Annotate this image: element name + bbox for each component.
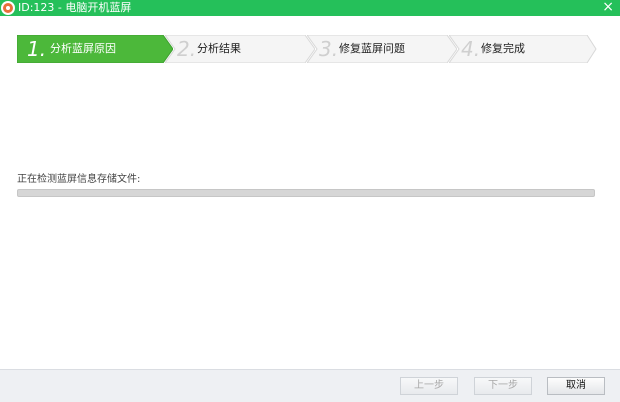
title-bar: ID:123 - 电脑开机蓝屏 ×	[0, 0, 620, 16]
step-2-label: 分析结果	[197, 42, 241, 55]
step-4-label: 修复完成	[481, 42, 525, 55]
step-2-number: 2.	[177, 37, 197, 61]
close-icon[interactable]: ×	[602, 0, 614, 15]
step-3-label: 修复蓝屏问题	[339, 42, 405, 55]
step-1-label: 分析蓝屏原因	[50, 42, 116, 55]
app-logo-icon	[1, 1, 15, 15]
next-step-button[interactable]: 下一步	[474, 377, 532, 395]
step-1-number: 1.	[27, 37, 47, 61]
step-3-number: 3.	[319, 37, 339, 61]
step-indicator: 1. 分析蓝屏原因 2. 分析结果 3. 修复蓝屏问题 4. 修复完成	[17, 35, 597, 63]
status-text: 正在检测蓝屏信息存储文件:	[17, 174, 141, 185]
cancel-button[interactable]: 取消	[547, 377, 605, 395]
footer-bar: 上一步 下一步 取消	[0, 369, 620, 402]
window-title: ID:123 - 电脑开机蓝屏	[18, 1, 132, 14]
step-4-number: 4.	[461, 37, 481, 61]
progress-bar	[17, 189, 595, 197]
prev-step-button[interactable]: 上一步	[400, 377, 458, 395]
